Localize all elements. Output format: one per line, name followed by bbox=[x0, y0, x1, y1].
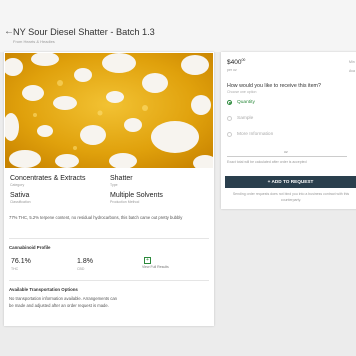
classification-label: Classification bbox=[10, 200, 31, 204]
radio-more-information[interactable] bbox=[227, 132, 232, 137]
min-order-label: Min bbox=[349, 60, 355, 64]
transportation-text: No transportation information available.… bbox=[9, 296, 118, 308]
classification-value: Sativa bbox=[10, 192, 30, 199]
radio-quantity[interactable] bbox=[227, 100, 232, 105]
receive-question: How would you like to receive this item? bbox=[227, 83, 321, 89]
available-label: Ava bbox=[349, 69, 355, 73]
radio-sample[interactable] bbox=[227, 116, 232, 121]
category-label: Category bbox=[10, 183, 25, 187]
product-photo bbox=[5, 53, 213, 168]
price-value: $40000 bbox=[227, 58, 246, 67]
page-subtitle[interactable]: From Hearts & Headies bbox=[13, 39, 55, 44]
option-sample-label[interactable]: Sample bbox=[237, 116, 253, 121]
quantity-hint: Exact total will be calculated after ord… bbox=[227, 160, 307, 164]
cbd-value: 1.8% bbox=[77, 258, 93, 265]
cannabinoid-profile-title: Cannabinoid Profile bbox=[9, 245, 51, 250]
price-unit: per oz bbox=[227, 68, 237, 72]
view-full-results-link[interactable]: View Full Results bbox=[142, 265, 169, 269]
product-description: 77% THC, 5.2% terpene content, no residu… bbox=[9, 215, 183, 220]
thc-label: THC bbox=[11, 267, 19, 271]
option-more-information-label[interactable]: More Information bbox=[237, 132, 273, 137]
disclaimer-text: Sending order requests does not bind you… bbox=[232, 192, 350, 202]
page-title: NY Sour Diesel Shatter - Batch 1.3 bbox=[13, 27, 155, 37]
receive-question-sub: Choose one option bbox=[227, 90, 257, 94]
transportation-title: Available Transportation Options bbox=[9, 287, 78, 292]
page-header: ← NY Sour Diesel Shatter - Batch 1.3 Fro… bbox=[0, 0, 356, 52]
quantity-unit: oz bbox=[284, 150, 288, 154]
type-value: Shatter bbox=[110, 175, 133, 182]
thc-value: 76.1% bbox=[11, 258, 31, 265]
shatter-image bbox=[5, 53, 213, 168]
add-to-request-button[interactable]: + ADD TO REQUEST bbox=[225, 176, 356, 188]
option-quantity-label[interactable]: Quantity bbox=[237, 100, 255, 105]
production-method-label: Production Method bbox=[110, 200, 140, 204]
type-label: Type bbox=[110, 183, 118, 187]
order-card: $40000 per oz Min Ava How would you like… bbox=[221, 52, 356, 209]
production-method-value: Multiple Solvents bbox=[110, 192, 163, 199]
plus-box-icon[interactable]: + bbox=[144, 257, 151, 264]
divider bbox=[9, 238, 209, 239]
divider bbox=[9, 280, 209, 281]
product-details-card: Concentrates & Extracts Category Shatter… bbox=[4, 52, 214, 326]
category-value: Concentrates & Extracts bbox=[10, 175, 86, 182]
price-cents: 00 bbox=[241, 58, 246, 62]
cbd-label: CBD bbox=[77, 267, 85, 271]
